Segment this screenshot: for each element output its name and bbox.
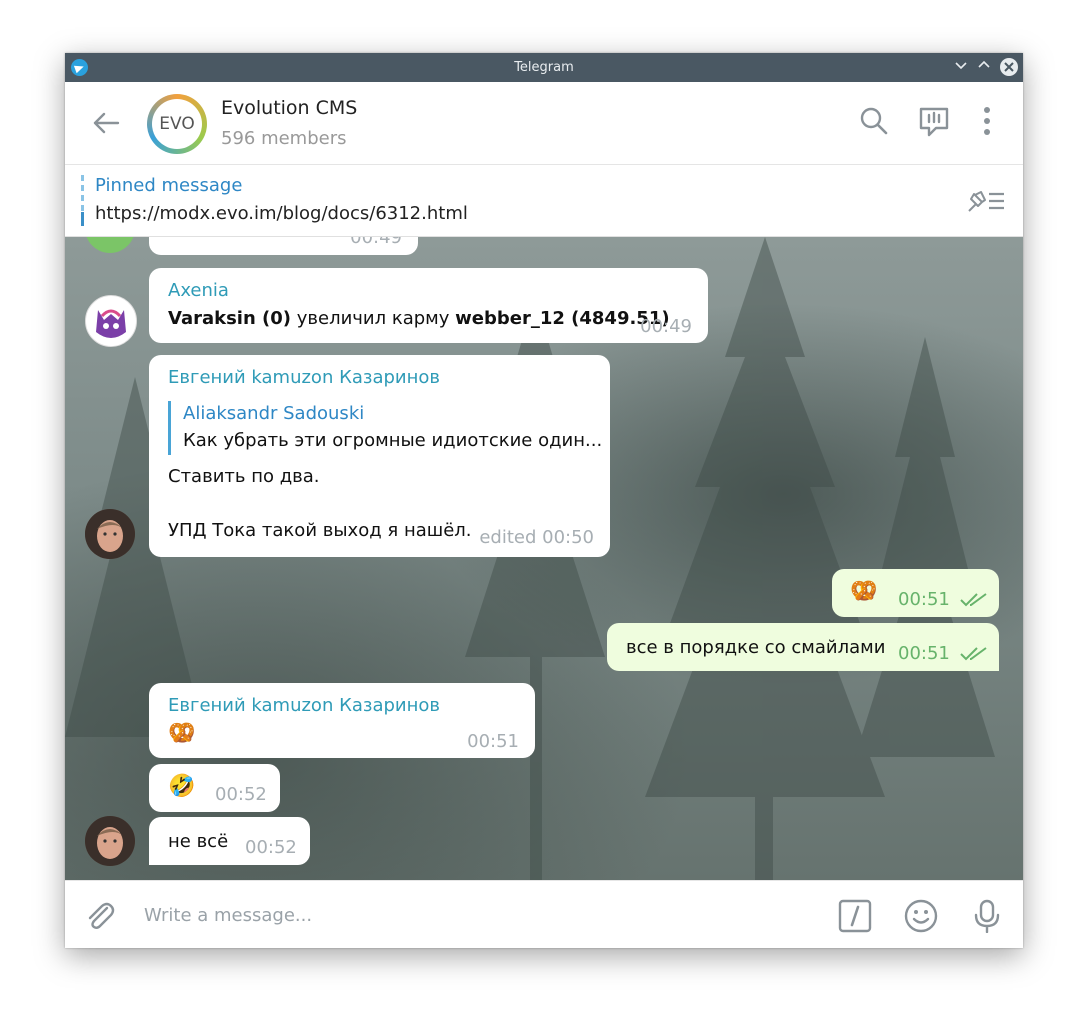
message-text: Varaksin (0) увеличил карму webber_12 (4… — [168, 308, 670, 329]
message-time: 00:51 — [898, 589, 950, 610]
chat-area: 00:49 Axenia Varaksin (0) увеличил карму… — [65, 237, 1023, 880]
telegram-window: Telegram EVO Evolution CMS 596 members P… — [65, 53, 1023, 948]
search-icon[interactable] — [859, 106, 889, 136]
message-bubble[interactable]: Евгений kamuzon Казаринов 🥨 00:51 — [149, 683, 535, 758]
message-text: все в порядке со смайлами — [626, 637, 886, 658]
paperclip-icon[interactable] — [83, 899, 117, 933]
microphone-icon[interactable] — [970, 899, 1004, 934]
minimize-icon[interactable] — [952, 58, 970, 76]
avatar[interactable] — [85, 295, 137, 347]
message-text: Ставить по два. — [168, 466, 320, 487]
message-bubble[interactable]: Axenia Varaksin (0) увеличил карму webbe… — [149, 268, 708, 343]
message-time: 00:52 — [215, 784, 267, 805]
message-bubble[interactable]: 00:49 — [149, 237, 418, 255]
maximize-icon[interactable] — [975, 58, 993, 76]
slash-command-icon[interactable] — [838, 899, 872, 933]
chat-name[interactable]: Evolution CMS — [221, 97, 357, 119]
message-author[interactable]: Axenia — [168, 280, 229, 301]
reply-author[interactable]: Aliaksandr Sadouski — [183, 403, 364, 424]
title-bar: Telegram — [65, 53, 1023, 82]
pinned-list-icon[interactable] — [965, 187, 1007, 215]
discussion-icon[interactable] — [918, 106, 949, 137]
message-text: не всё — [168, 831, 229, 852]
close-icon[interactable] — [1000, 58, 1018, 76]
outgoing-message-bubble[interactable]: 🥨 00:51 — [832, 569, 999, 617]
reply-text[interactable]: Как убрать эти огромные идиотские один..… — [183, 430, 602, 451]
message-bubble[interactable]: 🤣 00:52 — [149, 764, 280, 812]
chat-header: EVO Evolution CMS 596 members — [65, 82, 1023, 165]
message-input[interactable]: Write a message... — [144, 905, 312, 926]
more-vertical-icon[interactable] — [972, 106, 1002, 136]
pinned-text: https://modx.evo.im/blog/docs/6312.html — [95, 203, 468, 224]
members-count: 596 members — [221, 128, 347, 149]
message-emoji: 🥨 — [168, 721, 196, 746]
outgoing-message-bubble[interactable]: все в порядке со смайлами 00:51 — [607, 623, 999, 671]
message-emoji: 🤣 — [168, 774, 196, 799]
message-time: 00:49 — [350, 237, 402, 248]
message-emoji: 🥨 — [850, 579, 878, 604]
message-time: edited 00:50 — [479, 527, 594, 548]
message-bubble[interactable]: не всё 00:52 — [149, 817, 310, 865]
message-composer: Write a message... — [65, 880, 1023, 948]
read-ticks-icon — [960, 647, 987, 661]
message-author[interactable]: Евгений kamuzon Казаринов — [168, 367, 440, 388]
avatar[interactable] — [85, 816, 135, 866]
message-time: 00:51 — [467, 731, 519, 752]
pinned-label: Pinned message — [95, 175, 243, 196]
message-author[interactable]: Евгений kamuzon Казаринов — [168, 695, 440, 716]
pinned-indicator — [81, 175, 84, 226]
read-ticks-icon — [960, 593, 987, 607]
message-time: 00:52 — [245, 837, 297, 858]
message-time: 00:51 — [898, 643, 950, 664]
reply-indicator — [168, 401, 171, 455]
avatar[interactable] — [85, 509, 135, 559]
pinned-message-bar[interactable]: Pinned message https://modx.evo.im/blog/… — [65, 165, 1023, 237]
message-bubble[interactable]: Евгений kamuzon Казаринов Aliaksandr Sad… — [149, 355, 610, 557]
chat-avatar[interactable]: EVO — [147, 94, 207, 154]
arrow-left-icon[interactable] — [91, 108, 121, 138]
message-text: УПД Тока такой выход я нашёл. — [168, 520, 472, 541]
window-title: Telegram — [514, 60, 574, 75]
message-time: 00:49 — [640, 316, 692, 337]
emoji-icon[interactable] — [904, 899, 938, 933]
